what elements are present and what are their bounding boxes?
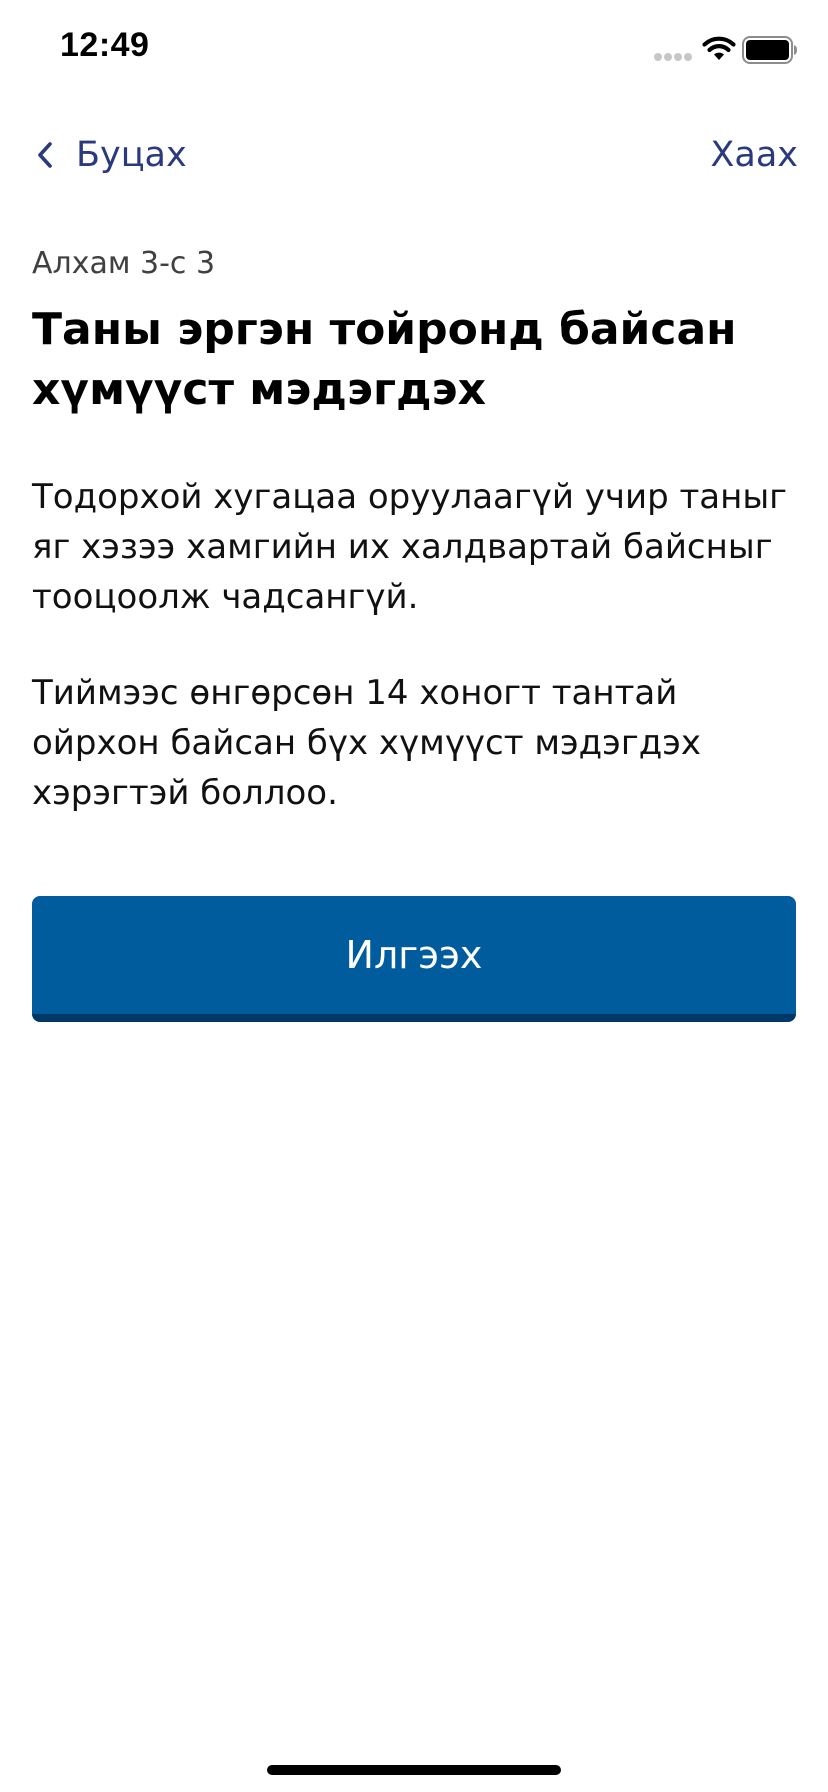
send-button[interactable]: Илгээх xyxy=(32,896,796,1022)
status-time: 12:49 xyxy=(60,26,150,64)
signal-icon xyxy=(654,53,692,61)
step-indicator: Алхам 3-с 3 xyxy=(32,246,216,281)
back-button[interactable]: Буцах xyxy=(34,128,187,182)
page-title: Таны эргэн тойронд байсан хүмүүст мэдэгд… xyxy=(32,304,737,415)
home-indicator[interactable] xyxy=(267,1765,561,1775)
battery-icon xyxy=(742,36,797,64)
instruction-paragraph: Тиймээс өнгөрсөн 14 хоногт тантай ойрхон… xyxy=(32,673,701,813)
back-button-label: Буцах xyxy=(76,135,187,175)
explanation-paragraph: Тодорхой хугацаа оруулаагүй учир таныг я… xyxy=(32,477,788,617)
wifi-icon xyxy=(702,36,736,60)
close-button[interactable]: Хаах xyxy=(710,128,798,182)
chevron-left-icon xyxy=(38,142,52,168)
status-bar: 12:49 xyxy=(0,0,828,100)
